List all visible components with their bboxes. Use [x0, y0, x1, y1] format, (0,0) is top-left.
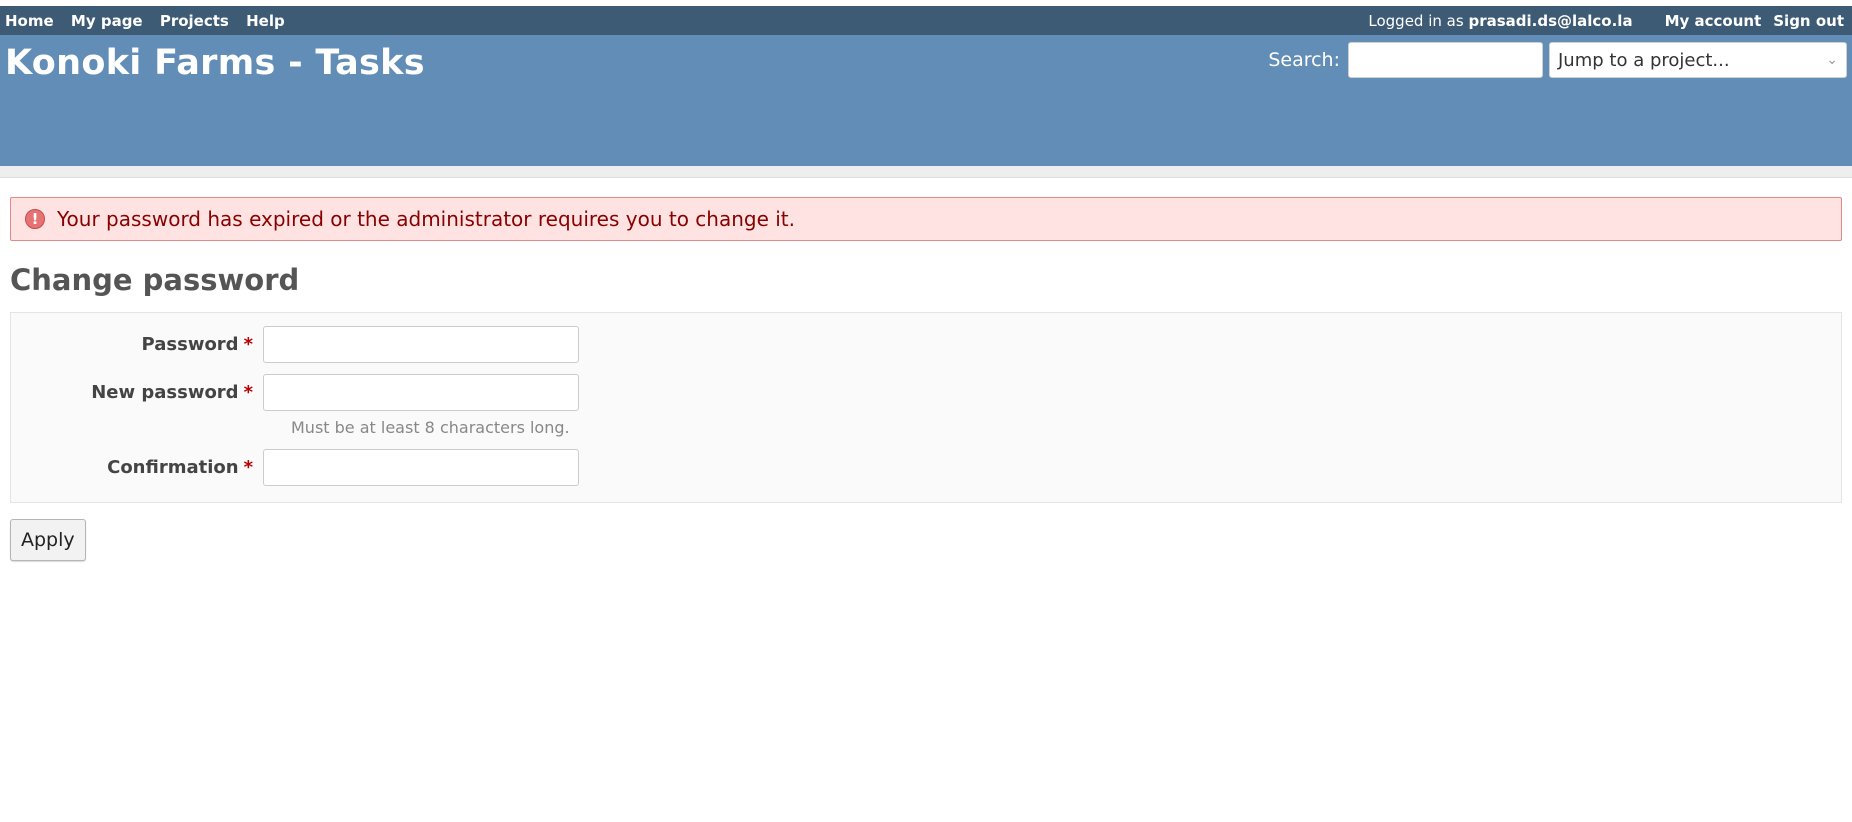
projects-link[interactable]: Projects: [160, 12, 229, 30]
password-row: Password *: [11, 326, 579, 363]
top-menu-right: Logged in as prasadi.ds@lalco.la My acco…: [1368, 12, 1844, 30]
confirmation-label: Confirmation *: [11, 457, 263, 478]
top-menu: Home My page Projects Help Logged in as …: [0, 6, 1852, 35]
search-input[interactable]: [1348, 42, 1543, 78]
page-title: Change password: [10, 263, 300, 297]
username-link[interactable]: prasadi.ds@lalco.la: [1468, 12, 1632, 30]
change-password-form: Password * New password * Must be at least…: [10, 312, 1842, 503]
jump-to-project-label: Jump to a project...: [1558, 49, 1730, 71]
my-account-link[interactable]: My account: [1665, 12, 1762, 30]
password-field[interactable]: [263, 326, 579, 363]
logged-in-as: Logged in as prasadi.ds@lalco.la: [1368, 12, 1632, 30]
apply-button[interactable]: Apply: [10, 519, 86, 561]
home-link[interactable]: Home: [5, 12, 54, 30]
new-password-label-text: New password: [91, 382, 239, 403]
error-icon: !: [25, 209, 45, 229]
new-password-hint: Must be at least 8 characters long.: [291, 418, 570, 437]
required-mark: *: [243, 334, 253, 355]
content: ! Your password has expired or the admin…: [0, 178, 1852, 561]
password-label-text: Password: [141, 334, 239, 355]
header: Konoki Farms - Tasks Search: Jump to a p…: [0, 35, 1852, 166]
logged-in-prefix: Logged in as: [1368, 11, 1464, 30]
password-label: Password *: [11, 334, 263, 355]
required-mark: *: [243, 382, 253, 403]
confirmation-field[interactable]: [263, 449, 579, 486]
main-menu-bar: [0, 166, 1852, 178]
new-password-label: New password *: [11, 382, 263, 403]
new-password-row: New password *: [11, 374, 579, 411]
flash-error: ! Your password has expired or the admin…: [10, 197, 1842, 241]
jump-to-project-select[interactable]: Jump to a project... ⌄: [1549, 42, 1847, 78]
search-label: Search:: [1268, 49, 1340, 71]
confirmation-row: Confirmation *: [11, 449, 579, 486]
top-menu-left: Home My page Projects Help: [5, 12, 297, 30]
help-link[interactable]: Help: [246, 12, 285, 30]
required-mark: *: [243, 457, 253, 478]
sign-out-link[interactable]: Sign out: [1773, 12, 1844, 30]
chevron-down-icon: ⌄: [1826, 52, 1838, 68]
site-title: Konoki Farms - Tasks: [5, 43, 425, 83]
confirmation-label-text: Confirmation: [107, 457, 239, 478]
quick-search: Search: Jump to a project... ⌄: [1268, 42, 1847, 78]
new-password-field[interactable]: [263, 374, 579, 411]
flash-message: Your password has expired or the adminis…: [57, 207, 796, 231]
my-page-link[interactable]: My page: [71, 12, 143, 30]
